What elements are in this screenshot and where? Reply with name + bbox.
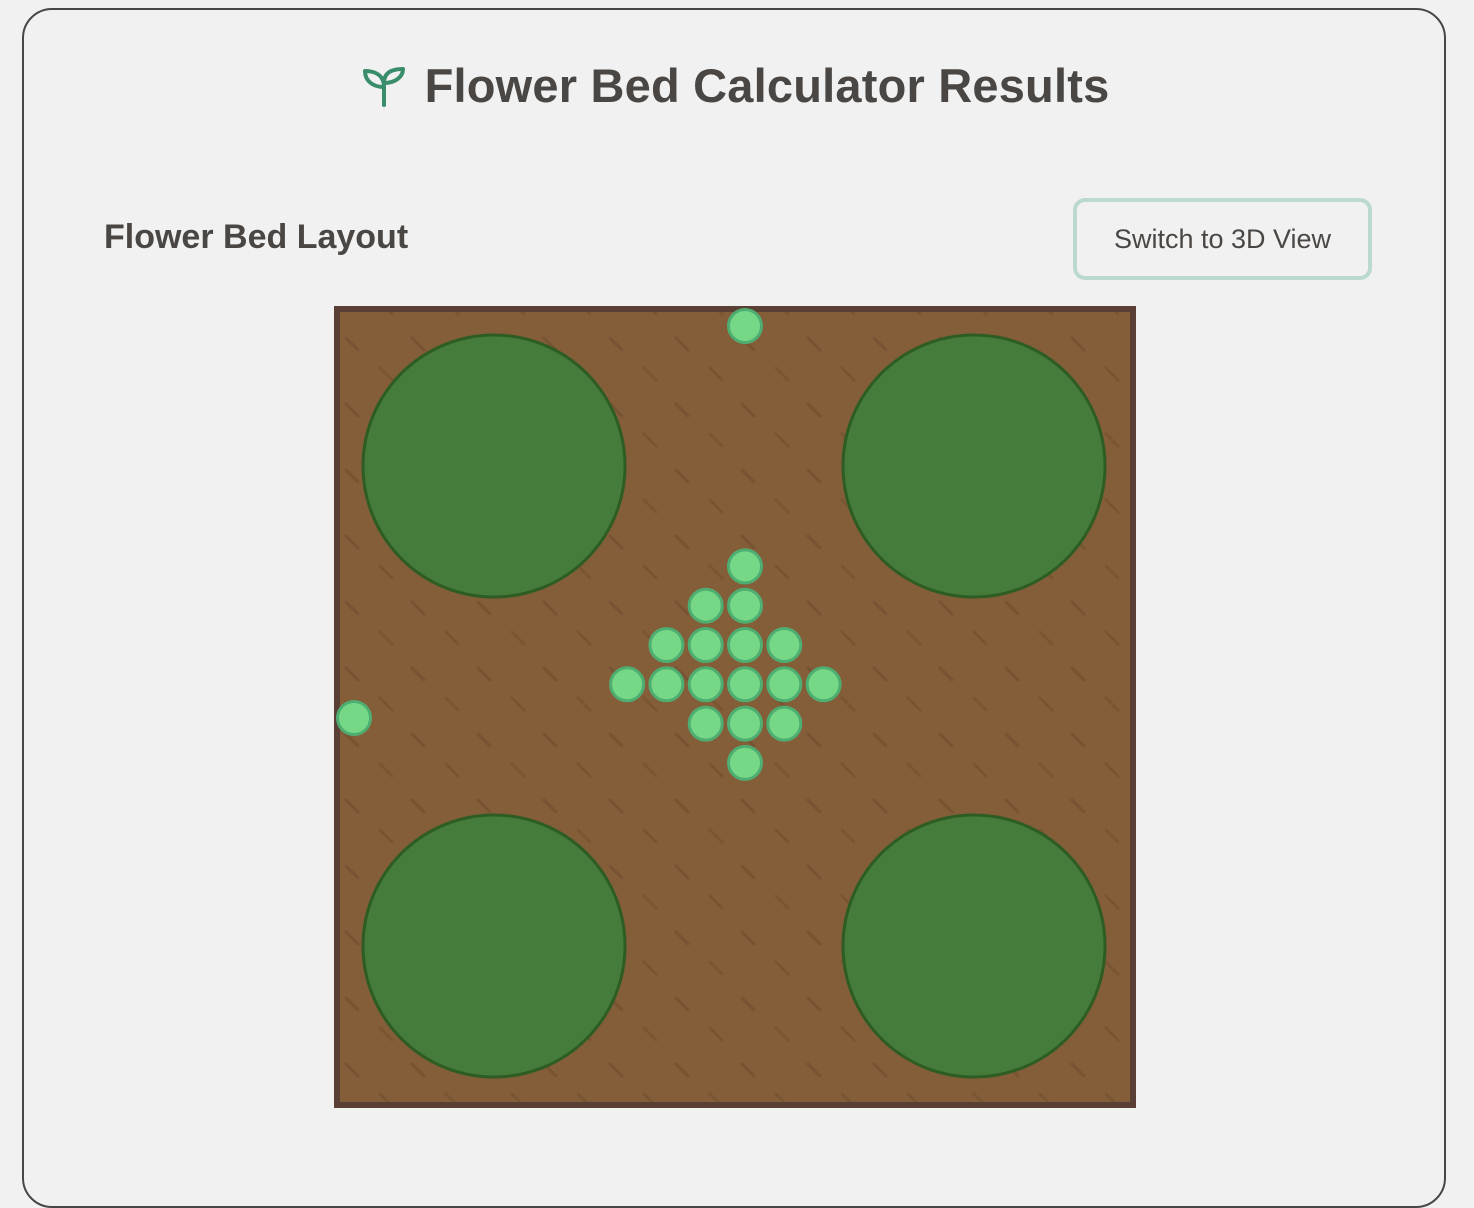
page-title: Flower Bed Calculator Results [424,59,1110,112]
small-plant [648,666,685,703]
small-plant [727,627,763,663]
layout-section-title: Flower Bed Layout [104,218,409,256]
large-plant [841,813,1107,1079]
small-plant [766,666,803,703]
switch-to-3d-view-button[interactable]: Switch to 3D View [1073,198,1372,280]
large-plant [841,333,1107,599]
small-plant [336,700,372,736]
small-plant [687,666,724,703]
large-plant [361,333,627,599]
small-plant [727,308,763,344]
small-plant [805,666,842,703]
small-plant [727,587,763,624]
small-plant [727,705,763,742]
small-plant [766,705,803,742]
header: Flower Bed Calculator Results [0,58,1470,113]
large-plant [361,813,627,1079]
small-plant [727,666,763,703]
sprout-icon [362,66,405,107]
small-plant [766,627,803,663]
small-plant [687,705,724,742]
small-plant [727,744,763,781]
small-plant [727,548,763,585]
flower-bed-layout [334,306,1136,1108]
small-plant [648,627,685,663]
small-plant [609,666,646,703]
small-plant [687,627,724,663]
small-plant [687,587,724,624]
